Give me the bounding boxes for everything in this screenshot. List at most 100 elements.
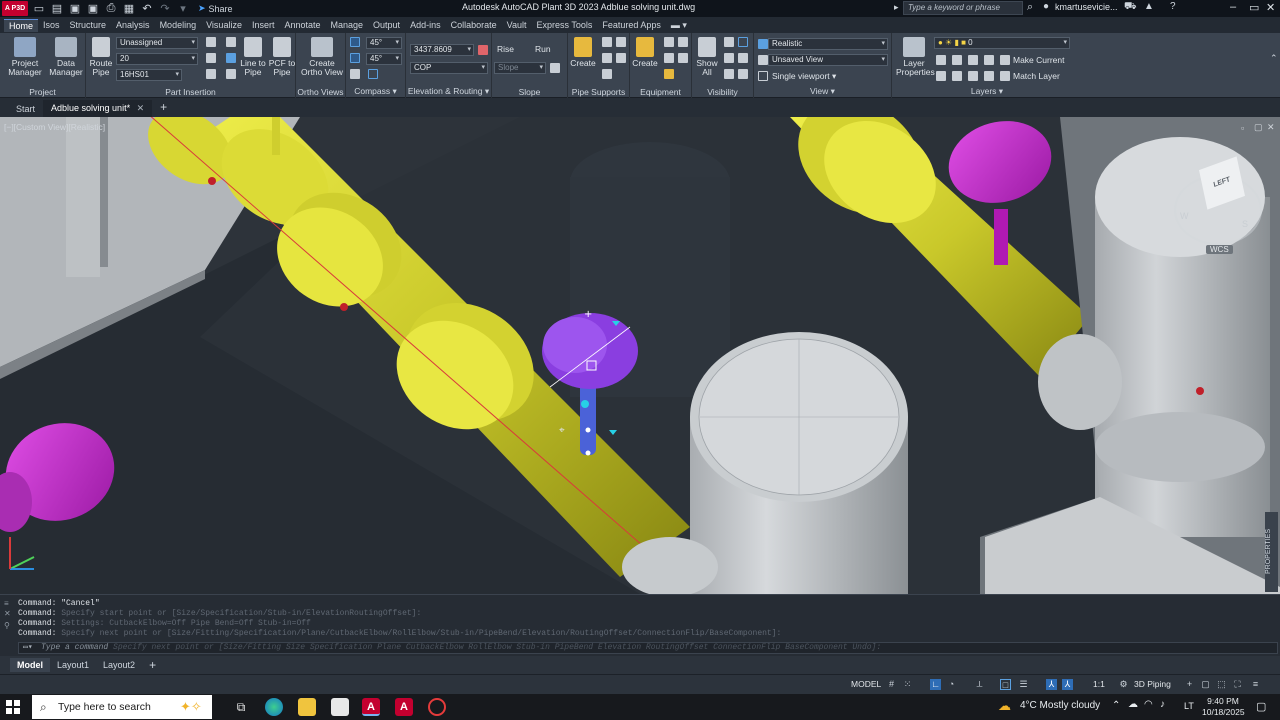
viewport-restore-icon[interactable]: ▫ <box>1241 123 1244 133</box>
save-icon[interactable]: ▣ <box>68 2 82 16</box>
support-edit-icon[interactable] <box>602 37 612 47</box>
osnap-icon[interactable]: □ <box>1000 679 1011 690</box>
data-manager-button[interactable]: Data Manager <box>48 37 84 77</box>
search-icon[interactable]: ⌕ <box>1027 1 1033 14</box>
routing-mode-dropdown[interactable]: COP <box>410 62 488 74</box>
show-all-button[interactable]: Show All <box>694 37 720 77</box>
compass-angle1-dropdown[interactable]: 45° <box>366 37 402 49</box>
ribbon-tab-visualize[interactable]: Visualize <box>201 19 247 31</box>
ribbon-tab-express-tools[interactable]: Express Tools <box>531 19 597 31</box>
ribbon-tab-manage[interactable]: Manage <box>326 19 369 31</box>
isolate-icon[interactable] <box>724 37 734 47</box>
equipment-attach-icon[interactable] <box>678 53 688 63</box>
cart-icon[interactable]: ⛟ <box>1124 1 1137 14</box>
ribbon-tab-modeling[interactable]: Modeling <box>155 19 202 31</box>
rise-label[interactable]: Rise <box>497 44 514 54</box>
route-pipe-button[interactable]: Route Pipe <box>88 37 114 77</box>
tab-model[interactable]: Model <box>10 658 50 672</box>
match-layer-button[interactable]: Match Layer <box>1013 71 1060 81</box>
create-support-button[interactable]: Create <box>570 37 596 68</box>
viewport-maximize-icon[interactable]: ▢ <box>1254 122 1263 133</box>
create-equipment-button[interactable]: Create <box>632 37 658 68</box>
search-arrow-icon[interactable]: ▸ <box>894 2 899 13</box>
layer-tool5-icon[interactable] <box>936 71 946 81</box>
tab-layout2[interactable]: Layout2 <box>96 658 142 672</box>
screen-recorder-icon[interactable] <box>428 698 446 716</box>
line-to-pipe-button[interactable]: Line to Pipe <box>240 37 266 77</box>
annotation-visibility-icon[interactable]: ⅄ <box>1046 679 1057 690</box>
ribbon-tab-featured-apps[interactable]: Featured Apps <box>597 19 666 31</box>
tag-icon[interactable] <box>206 37 216 47</box>
ribbon-tab-output[interactable]: Output <box>368 19 405 31</box>
pipe-size-dropdown[interactable]: 20 <box>116 53 198 65</box>
autodesk-a360-icon[interactable]: ▲ <box>1144 1 1154 12</box>
layer-tool6-icon[interactable] <box>952 71 962 81</box>
ribbon-tab-structure[interactable]: Structure <box>65 19 112 31</box>
isodraft-icon[interactable]: ⟂ <box>974 679 985 690</box>
support-delete-icon[interactable] <box>602 69 612 79</box>
ribbon-tab-add-ins[interactable]: Add-ins <box>405 19 446 31</box>
layer-dropdown[interactable]: ● ☀ ▮ ■ 0 <box>934 37 1070 49</box>
layer-tool8-icon[interactable] <box>984 71 994 81</box>
equipment-nozzle-icon[interactable] <box>678 37 688 47</box>
workspace-switch[interactable]: 3D Piping <box>1134 679 1171 689</box>
ribbon-collapse-icon[interactable]: ⌃ <box>1270 53 1278 64</box>
layer-tool7-icon[interactable] <box>968 71 978 81</box>
equipment-folder-icon[interactable] <box>664 69 674 79</box>
drawing-viewport[interactable]: + ⌖ [−][Custom View][Realistic] LEFT W S… <box>0 117 1280 594</box>
make-current-button[interactable]: Make Current <box>1013 55 1065 65</box>
instrument-icon[interactable] <box>226 53 236 63</box>
model-space-button[interactable]: MODEL <box>851 679 881 689</box>
annotation-scale-dropdown[interactable]: 1:1 <box>1093 679 1105 689</box>
pcf-to-pipe-button[interactable]: PCF to Pipe <box>268 37 296 77</box>
compass-toggle-icon[interactable] <box>350 37 360 47</box>
support-icon[interactable] <box>226 69 236 79</box>
auto-scale-icon[interactable]: ⅄ <box>1062 679 1073 690</box>
slope-icon[interactable] <box>550 63 560 73</box>
visibility-arrow-icon[interactable] <box>738 53 748 63</box>
close-tab-icon[interactable]: ✕ <box>137 103 145 113</box>
ribbon-tab-annotate[interactable]: Annotate <box>279 19 325 31</box>
elevation-home-icon[interactable] <box>478 45 488 55</box>
new-tab-button[interactable]: + <box>152 99 175 117</box>
save-as-icon[interactable]: ▣ <box>86 2 100 16</box>
add-layout-button[interactable]: + <box>142 656 163 674</box>
ribbon-tab-home[interactable]: Home <box>4 18 39 32</box>
layer-tool4-icon[interactable] <box>984 55 994 65</box>
store-icon[interactable] <box>331 698 349 716</box>
visibility-eye-icon[interactable] <box>724 53 734 63</box>
tray-chevron-icon[interactable]: ⌃ <box>1112 700 1120 711</box>
elevation-input[interactable]: 3437.8609 <box>410 44 474 56</box>
volume-icon[interactable]: ♪ <box>1160 699 1165 710</box>
edge-icon[interactable] <box>265 698 283 716</box>
command-close-icon[interactable]: ✕ <box>4 609 11 618</box>
create-ortho-view-button[interactable]: Create Ortho View <box>300 37 344 77</box>
plus-icon[interactable]: + <box>1184 679 1195 690</box>
undo-icon[interactable]: ↶ <box>140 2 154 16</box>
share-button[interactable]: ➤ Share <box>198 3 233 14</box>
visual-style-dropdown[interactable]: Realistic <box>768 38 888 50</box>
command-settings-icon[interactable]: ⚲ <box>4 621 10 630</box>
wifi-icon[interactable]: ◠ <box>1144 699 1153 710</box>
named-view-dropdown[interactable]: Unsaved View <box>768 54 888 66</box>
help-search-input[interactable]: Type a keyword or phrase <box>903 1 1023 15</box>
compass-angle2-dropdown[interactable]: 45° <box>366 53 402 65</box>
catalog-icon[interactable] <box>226 37 236 47</box>
visibility-toggle-icon[interactable] <box>738 69 748 79</box>
equipment-convert-icon[interactable] <box>664 53 674 63</box>
customize-icon[interactable]: ≡ <box>1250 679 1261 690</box>
fitting-icon[interactable] <box>206 53 216 63</box>
visibility-end-icon[interactable] <box>724 69 734 79</box>
layer-tool1-icon[interactable] <box>936 55 946 65</box>
layer-tool2-icon[interactable] <box>952 55 962 65</box>
viewport-config-button[interactable]: Single viewport ▾ <box>772 71 836 82</box>
language-indicator[interactable]: LT <box>1184 701 1194 711</box>
spec-dropdown[interactable]: 16HS01 <box>116 69 182 81</box>
workspace-gear-icon[interactable]: ⚙ <box>1118 679 1129 690</box>
project-manager-button[interactable]: Project Manager <box>6 37 44 77</box>
task-view-icon[interactable]: ⧉ <box>232 698 250 716</box>
support-move-icon[interactable] <box>602 53 612 63</box>
hardware-accel-icon[interactable]: ⬚ <box>1216 679 1227 690</box>
drawing-tab[interactable]: Adblue solving unit* ✕ <box>43 100 153 117</box>
app-logo[interactable]: A P3D <box>2 1 28 16</box>
